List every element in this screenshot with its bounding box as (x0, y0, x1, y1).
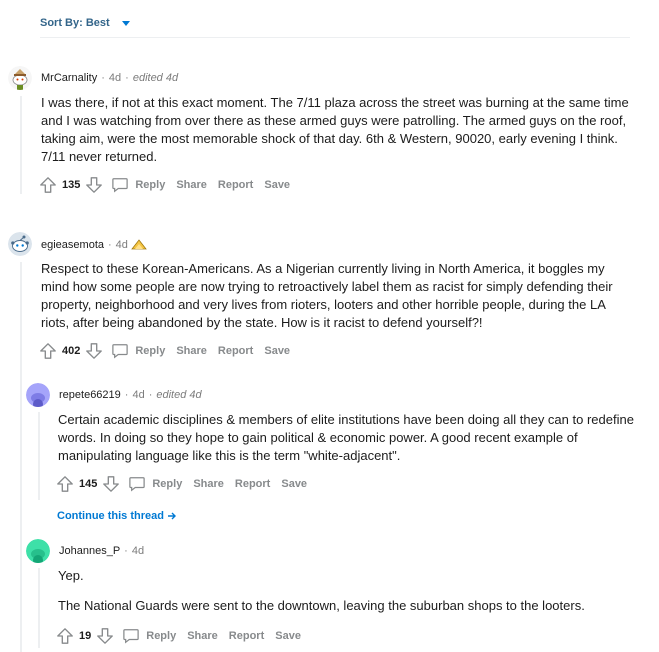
comment-actions: 135 Reply Share Report Save (39, 176, 290, 194)
vote-score: 19 (79, 630, 92, 642)
save-button[interactable]: Save (281, 478, 307, 490)
edited-label: edited 4d (132, 72, 179, 84)
divider (40, 37, 630, 38)
separator: · (125, 72, 129, 84)
upvote-icon[interactable] (39, 176, 57, 194)
comment-age[interactable]: 4d (116, 239, 128, 251)
share-button[interactable]: Share (176, 179, 207, 191)
reply-button[interactable]: Reply (128, 476, 182, 492)
share-button[interactable]: Share (176, 345, 207, 357)
comment-actions: 19 Reply Share Report Save (56, 627, 301, 645)
comment-body: Certain academic disciplines & members o… (58, 411, 642, 465)
comment-meta: Johannes_P · 4d (59, 545, 144, 557)
snoo-avatar-icon (8, 232, 32, 256)
snoo-avatar-icon (8, 66, 32, 90)
comment-paragraph: Certain academic disciplines & members o… (58, 412, 634, 463)
share-button[interactable]: Share (187, 630, 218, 642)
save-button[interactable]: Save (275, 630, 301, 642)
downvote-icon[interactable] (85, 176, 103, 194)
vote-score: 145 (79, 478, 98, 490)
report-button[interactable]: Report (218, 179, 253, 191)
comment-paragraph: Respect to these Korean-Americans. As a … (41, 261, 613, 330)
comment-meta: egieasemota · 4d (41, 238, 147, 252)
reply-label: Reply (146, 630, 177, 642)
reply-label: Reply (135, 345, 166, 357)
continue-thread-link[interactable]: Continue this thread (57, 510, 177, 522)
thread-line[interactable] (38, 568, 40, 648)
comment-paragraph: Yep. (58, 568, 84, 583)
sort-label: Sort By: Best (40, 17, 110, 29)
comment-age[interactable]: 4d (132, 545, 144, 557)
comment-bubble-icon (112, 178, 129, 193)
reply-label: Reply (135, 179, 166, 191)
avatar[interactable] (26, 539, 50, 563)
save-button[interactable]: Save (264, 345, 290, 357)
avatar[interactable] (8, 66, 32, 90)
separator: · (101, 72, 105, 84)
save-button[interactable]: Save (264, 179, 290, 191)
arrow-right-icon (167, 512, 176, 520)
avatar[interactable] (26, 383, 50, 407)
reply-button[interactable]: Reply (111, 177, 165, 193)
thread-line[interactable] (20, 96, 22, 194)
reply-label: Reply (152, 478, 183, 490)
downvote-icon[interactable] (96, 627, 114, 645)
vote-score: 402 (62, 345, 81, 357)
upvote-icon[interactable] (56, 627, 74, 645)
upvote-icon[interactable] (39, 342, 57, 360)
downvote-icon[interactable] (85, 342, 103, 360)
username[interactable]: egieasemota (41, 239, 104, 251)
comment-actions: 145 Reply Share Report Save (56, 475, 307, 493)
avatar[interactable] (8, 232, 32, 256)
thread-line[interactable] (38, 412, 40, 500)
vote-score: 135 (62, 179, 81, 191)
upvote-icon[interactable] (56, 475, 74, 493)
comment-bubble-icon (123, 629, 139, 644)
username[interactable]: MrCarnality (41, 72, 97, 84)
comment-meta: MrCarnality · 4d · edited 4d (41, 72, 178, 84)
award-icon[interactable] (131, 238, 147, 252)
reply-button[interactable]: Reply (111, 343, 165, 359)
snoo-avatar-icon (26, 539, 50, 563)
reply-button[interactable]: Reply (122, 628, 176, 644)
separator: · (108, 239, 112, 251)
thread-line[interactable] (20, 262, 22, 652)
separator: · (124, 545, 128, 557)
edited-label: edited 4d (156, 389, 202, 401)
comment-body: I was there, if not at this exact moment… (41, 94, 631, 166)
comment-bubble-icon (112, 344, 129, 359)
comment-age[interactable]: 4d (132, 389, 144, 401)
sort-dropdown[interactable]: Sort By: Best (40, 17, 130, 29)
share-button[interactable]: Share (193, 478, 224, 490)
comment-bubble-icon (129, 477, 146, 492)
username[interactable]: Johannes_P (59, 545, 120, 557)
comment-body: Respect to these Korean-Americans. As a … (41, 260, 631, 332)
separator: · (124, 389, 129, 401)
comment-age[interactable]: 4d (109, 72, 121, 84)
separator: · (148, 389, 153, 401)
comment-actions: 402 Reply Share Report Save (39, 342, 290, 360)
report-button[interactable]: Report (235, 478, 270, 490)
continue-thread-label: Continue this thread (57, 510, 164, 522)
comment-paragraph: The National Guards were sent to the dow… (58, 598, 585, 613)
comment-body: Yep. The National Guards were sent to th… (58, 567, 642, 615)
chevron-down-icon (121, 21, 130, 26)
comment-meta: repete66219 · 4d · edited 4d (59, 389, 202, 401)
downvote-icon[interactable] (102, 475, 120, 493)
report-button[interactable]: Report (218, 345, 253, 357)
report-button[interactable]: Report (229, 630, 264, 642)
comment-paragraph: I was there, if not at this exact moment… (41, 95, 629, 164)
username[interactable]: repete66219 (59, 389, 121, 401)
snoo-avatar-icon (26, 383, 50, 407)
